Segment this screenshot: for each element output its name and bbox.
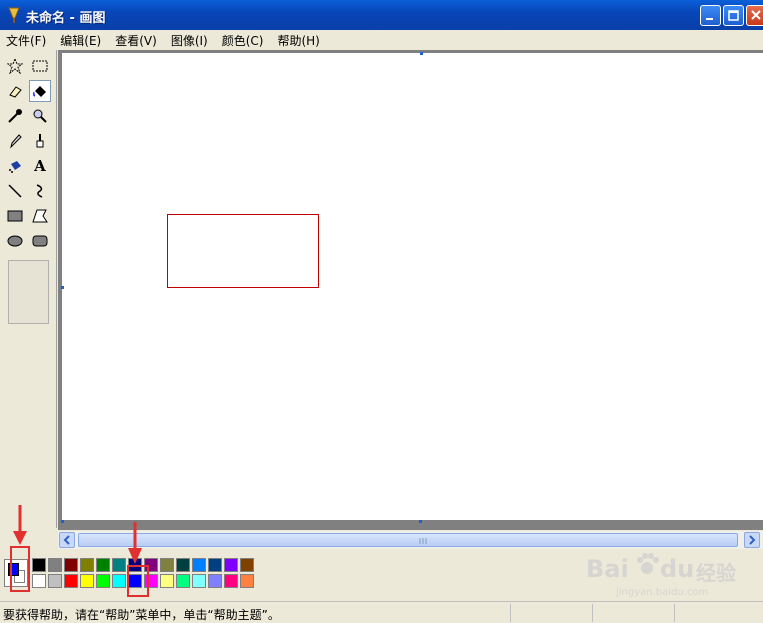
- palette-swatch[interactable]: [192, 574, 206, 588]
- palette-swatch[interactable]: [160, 558, 174, 572]
- palette-swatch[interactable]: [48, 574, 62, 588]
- palette-swatch[interactable]: [112, 558, 126, 572]
- maximize-icon: [728, 10, 739, 21]
- palette-swatch[interactable]: [176, 558, 190, 572]
- watermark-cn: 经验: [696, 561, 736, 585]
- color-picker-icon: [8, 109, 22, 123]
- tool-pencil[interactable]: [4, 130, 26, 152]
- arrow-left-icon: [63, 535, 70, 545]
- canvas-resize-handle-bottom[interactable]: [419, 520, 422, 523]
- menu-view[interactable]: 查看(V): [115, 32, 157, 49]
- palette-swatch[interactable]: [32, 574, 46, 588]
- minimize-icon: [706, 18, 713, 20]
- tool-eraser[interactable]: [4, 80, 26, 102]
- tool-options-panel[interactable]: [8, 260, 49, 324]
- palette-swatch[interactable]: [176, 574, 190, 588]
- tool-line[interactable]: [4, 180, 26, 202]
- rectangle-icon: [7, 210, 23, 222]
- tool-magnifier[interactable]: [29, 105, 51, 127]
- annotation-arrow-middle: [128, 522, 142, 564]
- palette-swatch[interactable]: [240, 558, 254, 572]
- fill-bucket-icon: [33, 86, 46, 97]
- menu-edit[interactable]: 编辑(E): [60, 32, 101, 49]
- menu-help[interactable]: 帮助(H): [277, 32, 319, 49]
- canvas-resize-handle-left[interactable]: [61, 286, 64, 289]
- polygon-icon: [32, 209, 48, 223]
- palette-swatch[interactable]: [192, 558, 206, 572]
- palette-swatch[interactable]: [32, 558, 46, 572]
- tool-text[interactable]: A: [29, 155, 51, 177]
- palette-swatch[interactable]: [80, 558, 94, 572]
- tool-fill-bucket[interactable]: [29, 80, 51, 102]
- status-cell-size: [592, 604, 674, 622]
- title-bar: 未命名 - 画图: [0, 0, 763, 30]
- palette-swatch[interactable]: [240, 574, 254, 588]
- watermark-brand: Bai: [586, 555, 629, 583]
- tool-rectangle[interactable]: [4, 205, 26, 227]
- annotation-box-current-color: [10, 546, 30, 592]
- palette-swatch[interactable]: [208, 574, 222, 588]
- text-tool-icon: A: [34, 157, 46, 175]
- palette-swatch[interactable]: [48, 558, 62, 572]
- palette-swatch[interactable]: [224, 558, 238, 572]
- watermark-url: jingyan.baidu.com: [616, 587, 709, 598]
- canvas-resize-handle-top[interactable]: [420, 52, 423, 55]
- minimize-button[interactable]: [700, 5, 721, 26]
- palette-swatch[interactable]: [80, 574, 94, 588]
- airbrush-icon: [9, 161, 21, 173]
- tool-airbrush[interactable]: [4, 155, 26, 177]
- tool-rounded-rect[interactable]: [29, 230, 51, 252]
- palette-swatch[interactable]: [96, 558, 110, 572]
- rect-select-icon: [32, 60, 48, 72]
- palette-swatch[interactable]: [96, 574, 110, 588]
- status-cell-position: [510, 604, 592, 622]
- tool-curve[interactable]: [29, 180, 51, 202]
- palette-swatch[interactable]: [208, 558, 222, 572]
- palette-swatch[interactable]: [112, 574, 126, 588]
- eraser-icon: [9, 86, 22, 98]
- menu-image[interactable]: 图像(I): [171, 32, 208, 49]
- tool-color-picker[interactable]: [4, 105, 26, 127]
- ellipse-icon: [7, 235, 23, 247]
- paw-icon: [637, 553, 659, 574]
- watermark-brand2: du: [660, 555, 695, 583]
- pencil-icon: [10, 134, 22, 149]
- drawn-rectangle: [167, 214, 319, 288]
- maximize-button[interactable]: [723, 5, 744, 26]
- toolbox: A: [0, 50, 57, 528]
- rounded-rect-icon: [32, 235, 48, 247]
- curve-icon: [36, 184, 43, 198]
- grip-icon: [419, 538, 427, 544]
- tool-rect-select[interactable]: [29, 55, 51, 77]
- menu-bar: 文件(F) 编辑(E) 查看(V) 图像(I) 颜色(C) 帮助(H): [0, 30, 763, 50]
- line-icon: [8, 184, 22, 198]
- close-icon: [751, 10, 761, 20]
- annotation-box-blue-swatch: [127, 565, 149, 597]
- paint-app-icon: [8, 7, 20, 23]
- magnifier-icon: [33, 109, 47, 123]
- free-select-icon: [7, 58, 23, 74]
- tool-polygon[interactable]: [29, 205, 51, 227]
- palette-swatch[interactable]: [160, 574, 174, 588]
- tool-ellipse[interactable]: [4, 230, 26, 252]
- scroll-left-button[interactable]: [59, 532, 75, 548]
- menu-colors[interactable]: 颜色(C): [222, 32, 264, 49]
- window-title: 未命名 - 画图: [26, 11, 106, 26]
- palette-swatch[interactable]: [224, 574, 238, 588]
- brush-icon: [36, 134, 44, 148]
- palette-swatch[interactable]: [64, 574, 78, 588]
- close-button[interactable]: [746, 5, 763, 26]
- menu-file[interactable]: 文件(F): [6, 32, 46, 49]
- status-text: 要获得帮助，请在“帮助”菜单中，单击“帮助主题”。: [3, 608, 280, 622]
- baidu-watermark: Bai du 经验 jingyan.baidu.com: [586, 545, 756, 605]
- annotation-arrow-left: [13, 505, 27, 545]
- tool-brush[interactable]: [29, 130, 51, 152]
- canvas-resize-handle-corner-left[interactable]: [61, 520, 64, 523]
- status-cell-extra: [674, 604, 763, 622]
- tool-free-select[interactable]: [4, 55, 26, 77]
- palette-swatch[interactable]: [64, 558, 78, 572]
